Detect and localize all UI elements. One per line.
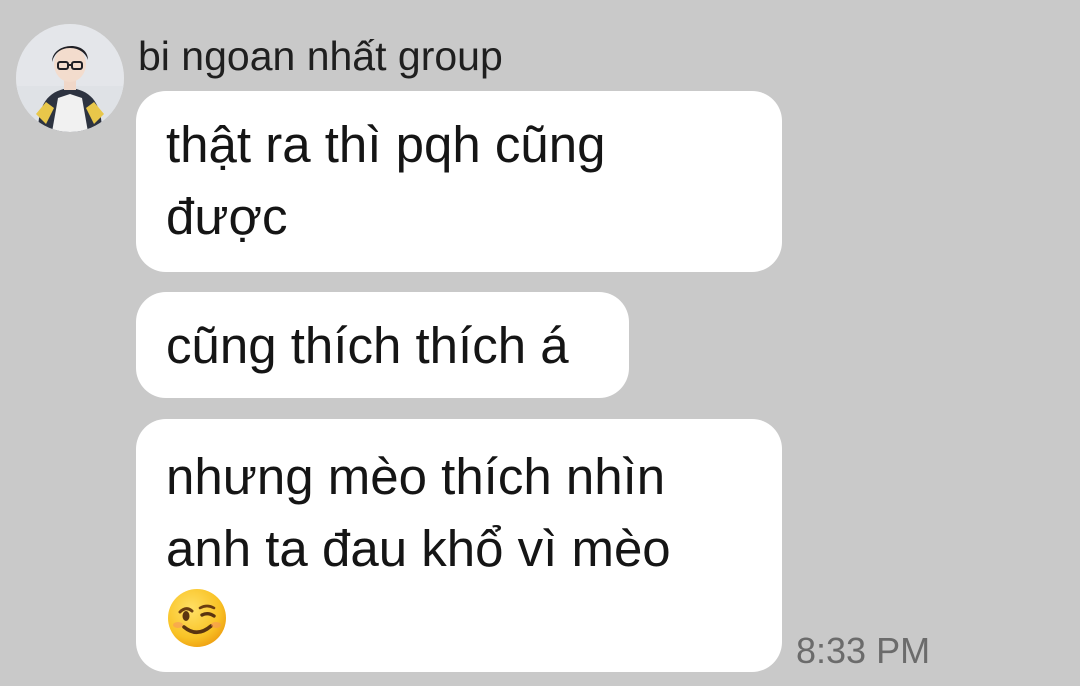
message-text-line: nhưng mèo thích nhìn	[166, 448, 666, 505]
message-text-line: cũng thích thích á	[166, 317, 569, 374]
emoji-container	[166, 585, 752, 659]
message-text-line: được	[166, 188, 288, 245]
message-bubble[interactable]: cũng thích thích á	[136, 292, 629, 398]
message-bubble[interactable]: nhưng mèo thích nhìn anh ta đau khổ vì m…	[136, 419, 782, 672]
avatar-icon	[16, 24, 124, 132]
sender-avatar[interactable]	[16, 24, 124, 132]
sender-name: bi ngoan nhất group	[138, 33, 503, 79]
message-text-line: thật ra thì pqh cũng	[166, 116, 606, 173]
message-bubble[interactable]: thật ra thì pqh cũng được	[136, 91, 782, 272]
message-timestamp: 8:33 PM	[796, 630, 931, 671]
message-text-line: anh ta đau khổ vì mèo	[166, 520, 671, 577]
winking-face-emoji-icon	[168, 589, 226, 647]
